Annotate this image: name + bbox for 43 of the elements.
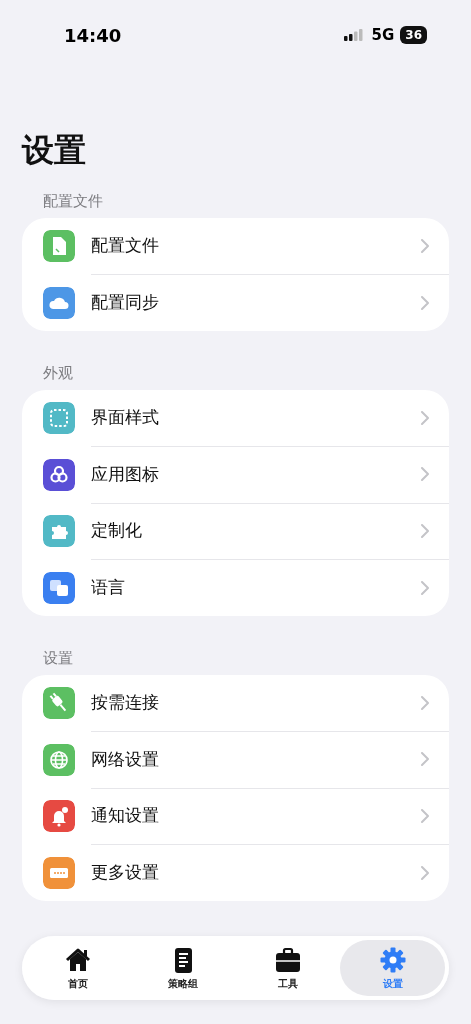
status-time: 14:40	[64, 24, 123, 46]
settings-row[interactable]: 网络设置	[22, 731, 449, 788]
section-header: 设置	[43, 649, 74, 667]
signal-icon	[343, 29, 364, 41]
settings-row[interactable]: 配置文件	[22, 218, 449, 275]
settings-row[interactable]: 语言	[22, 559, 449, 616]
tab-item[interactable]: 工具	[235, 940, 341, 996]
tab-icon	[378, 945, 407, 974]
settings-row[interactable]: 定制化	[22, 503, 449, 560]
settings-row[interactable]: 界面样式	[22, 390, 449, 447]
chevron-icon	[421, 238, 429, 253]
chevron-icon	[421, 808, 429, 823]
settings-row[interactable]: 更多设置	[22, 844, 449, 901]
chevron-icon	[421, 523, 429, 538]
tab-icon	[273, 945, 302, 974]
tab-item[interactable]: 策略组	[130, 940, 236, 996]
row-label: 语言	[91, 576, 126, 600]
row-label: 按需连接	[91, 691, 160, 715]
chevron-icon	[421, 410, 429, 425]
row-label: 网络设置	[91, 747, 160, 771]
row-label: 更多设置	[91, 861, 160, 885]
chevron-icon	[421, 865, 429, 880]
settings-row[interactable]: 配置同步	[22, 274, 449, 331]
battery-level: 36	[400, 26, 427, 44]
page-title: 设置	[22, 130, 87, 170]
section-header: 外观	[43, 364, 74, 382]
chevron-icon	[421, 695, 429, 710]
settings-row[interactable]: 通知设置	[22, 788, 449, 845]
row-label: 配置同步	[91, 291, 160, 315]
chevron-icon	[421, 295, 429, 310]
settings-row[interactable]: 按需连接	[22, 675, 449, 732]
row-label: 应用图标	[91, 462, 160, 486]
row-label: 定制化	[91, 519, 143, 543]
row-label: 配置文件	[91, 234, 160, 258]
row-label: 界面样式	[91, 406, 160, 430]
chevron-icon	[421, 467, 429, 482]
settings-row[interactable]: 应用图标	[22, 446, 449, 503]
section-header: 配置文件	[43, 192, 104, 210]
row-label: 通知设置	[91, 804, 160, 828]
network-type: 5G	[371, 26, 395, 44]
chevron-icon	[421, 580, 429, 595]
chevron-icon	[421, 752, 429, 767]
tab-item[interactable]: 首页	[26, 940, 131, 996]
